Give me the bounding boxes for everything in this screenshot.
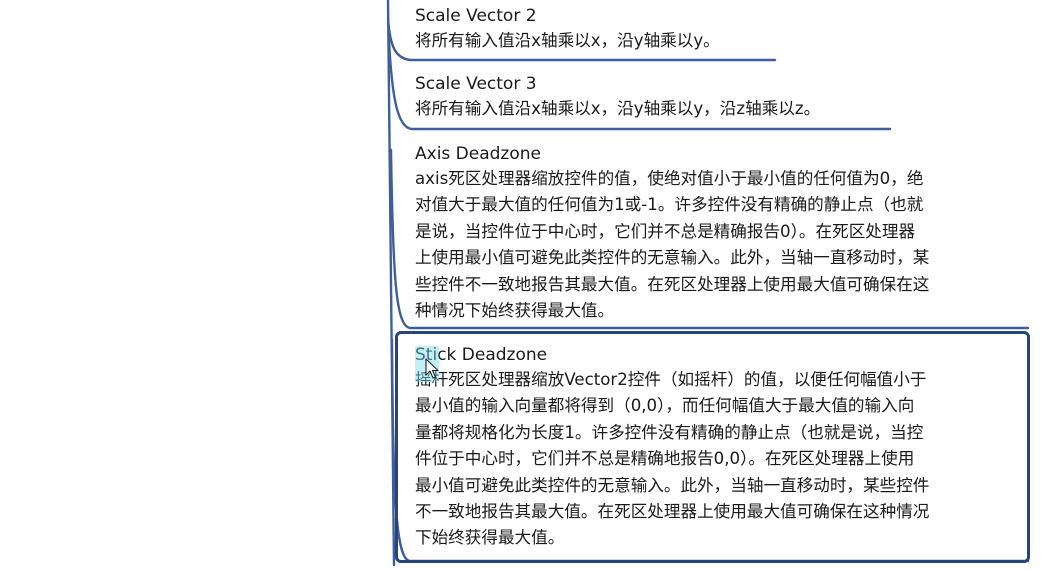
description-line: 将所有输入值沿x轴乘以x，沿y轴乘以y，沿z轴乘以z。	[415, 99, 821, 118]
node-title: Stick Deadzone	[415, 345, 548, 365]
description-line: 些控件不一致地报告其最大值。在死区处理器上使用最大值可确保在这	[415, 274, 930, 294]
description-line: 摇杆死区处理器缩放Vector2控件（如摇杆）的值，以便任何幅值小于	[415, 370, 927, 389]
description-line: 不一致地报告其最大值。在死区处理器上使用最大值可确保在这种情况	[415, 502, 930, 522]
node-scale-vector-3[interactable]: Scale Vector 3 将所有输入值沿x轴乘以x，沿y轴乘以y，沿z轴乘以…	[415, 73, 895, 122]
node-description: 摇杆死区处理器缩放Vector2控件（如摇杆）的值，以便任何幅值小于 最小值的输…	[415, 367, 1017, 552]
node-stick-deadzone[interactable]: Stick Deadzone 摇杆死区处理器缩放Vector2控件（如摇杆）的值…	[415, 344, 1017, 552]
description-line: 最小值的输入向量都将得到（0,0），而任何幅值大于最大值的输入向	[415, 396, 915, 416]
node-title: Axis Deadzone	[415, 144, 541, 164]
node-scale-vector-2[interactable]: Scale Vector 2 将所有输入值沿x轴乘以x，沿y轴乘以y。	[415, 5, 775, 54]
node-description: 将所有输入值沿x轴乘以x，沿y轴乘以y。	[415, 28, 775, 54]
node-title: Scale Vector 3	[415, 74, 537, 94]
description-line: 将所有输入值沿x轴乘以x，沿y轴乘以y。	[415, 31, 720, 50]
node-axis-deadzone[interactable]: Axis Deadzone axis死区处理器缩放控件的值，使绝对值小于最小值的…	[415, 143, 1017, 324]
description-line: 件位于中心时，它们并不总是精确地报告0,0）。在死区处理器上使用	[415, 449, 915, 469]
description-line: 种情况下始终获得最大值。	[415, 301, 615, 321]
description-line: 是说，当控件位于中心时，它们并不总是精确报告0）。在死区处理器	[415, 221, 916, 241]
node-title: Scale Vector 2	[415, 6, 537, 26]
description-line: 下始终获得最大值。	[415, 528, 565, 548]
description-line: 上使用最小值可避免此类控件的无意输入。此外，当轴一直移动时，某	[415, 248, 930, 268]
mindmap-canvas: Scale Vector 2 将所有输入值沿x轴乘以x，沿y轴乘以y。 Scal…	[0, 0, 1050, 571]
trunk-line	[386, 0, 396, 567]
node-description: 将所有输入值沿x轴乘以x，沿y轴乘以y，沿z轴乘以z。	[415, 96, 895, 122]
description-line: 最小值可避免此类控件的无意输入。此外，当轴一直移动时，某些控件	[415, 475, 930, 495]
mouse-pointer-icon	[425, 358, 439, 379]
description-line: axis死区处理器缩放控件的值，使绝对值小于最小值的任何值为0，绝	[415, 169, 924, 188]
description-line: 对值大于最大值的任何值为1或-1。许多控件没有精确的静止点（也就	[415, 195, 924, 215]
description-line: 量都将规格化为长度1。许多控件没有精确的静止点（也就是说，当控	[415, 422, 924, 442]
node-description: axis死区处理器缩放控件的值，使绝对值小于最小值的任何值为0，绝 对值大于最大…	[415, 166, 1017, 324]
